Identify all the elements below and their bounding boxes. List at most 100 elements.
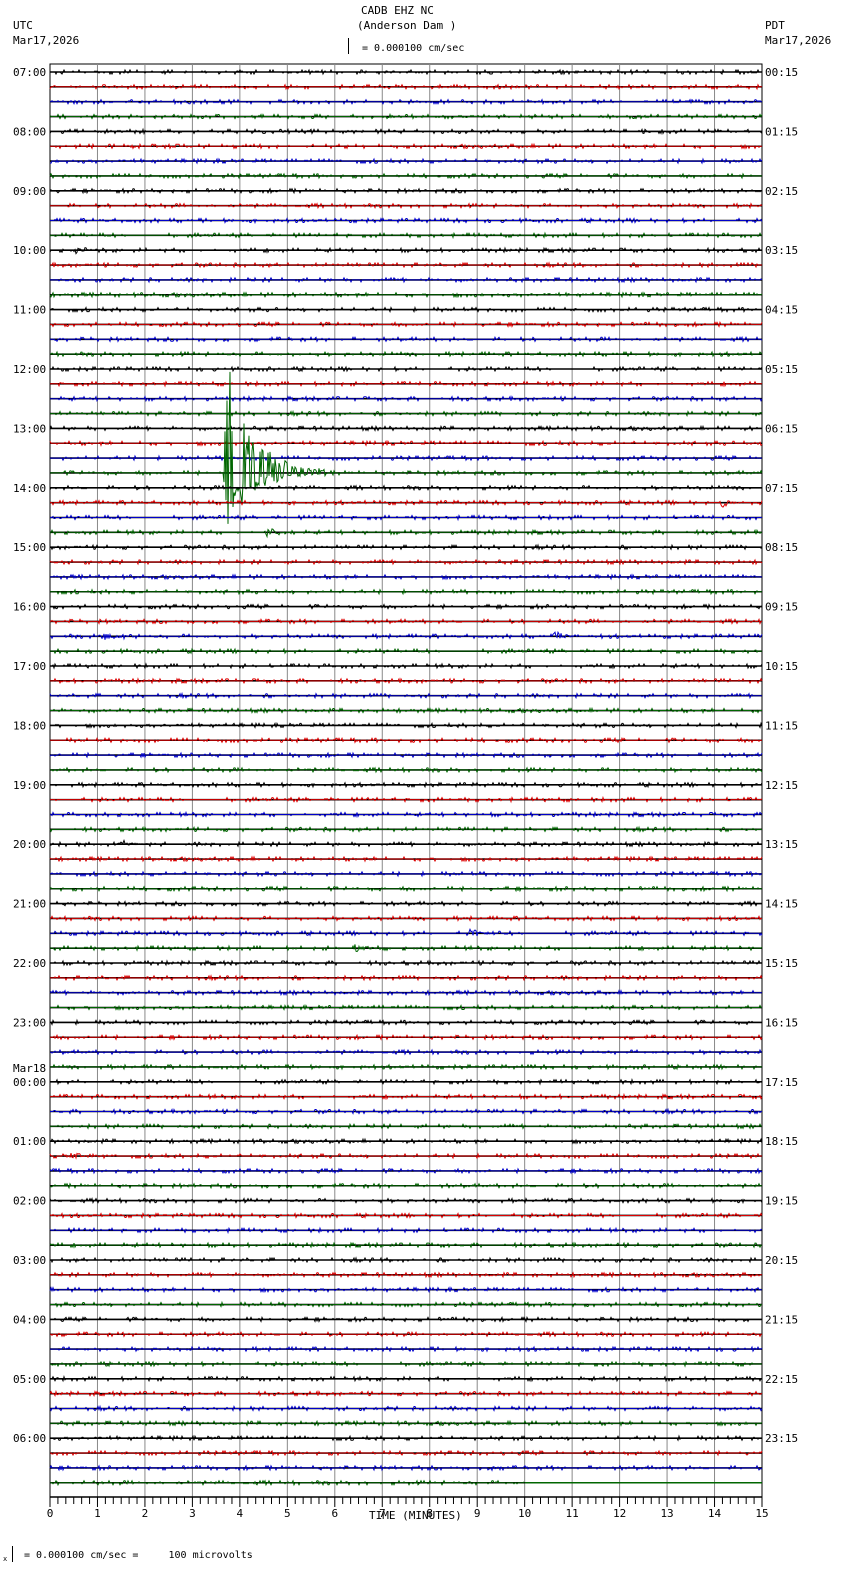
- utc-time-label: 14:00: [13, 482, 46, 495]
- pdt-time-label: 00:15: [765, 66, 798, 79]
- seismic-trace: [50, 1018, 762, 1026]
- seismic-trace: [49, 855, 763, 863]
- pdt-time-label: 23:15: [765, 1432, 798, 1445]
- pdt-time-label: 08:15: [765, 541, 798, 554]
- utc-time-label: 05:00: [13, 1373, 46, 1386]
- pdt-time-label: 06:15: [765, 422, 798, 435]
- seismic-trace: [50, 870, 762, 878]
- seismic-trace: [50, 98, 762, 106]
- pdt-time-label: 13:15: [765, 838, 798, 851]
- footer-scale-icon: x: [3, 1555, 8, 1563]
- x-tick-label: 2: [142, 1507, 149, 1520]
- pdt-time-label: 04:15: [765, 304, 798, 317]
- utc-time-label: 09:00: [13, 185, 46, 198]
- pdt-time-label: 16:15: [765, 1016, 798, 1029]
- utc-time-label: 04:00: [13, 1313, 46, 1326]
- seismic-trace: [50, 68, 762, 76]
- x-tick-label: 14: [708, 1507, 722, 1520]
- pdt-time-label: 05:15: [765, 363, 798, 376]
- seismic-trace: [49, 1241, 762, 1249]
- pdt-time-label: 12:15: [765, 779, 798, 792]
- x-tick-label: 12: [613, 1507, 626, 1520]
- seismic-trace: [50, 499, 763, 508]
- x-tick-label: 3: [189, 1507, 196, 1520]
- pdt-time-label: 18:15: [765, 1135, 798, 1148]
- x-axis-label: TIME (MINUTES): [369, 1509, 462, 1522]
- seismic-trace: [49, 1464, 763, 1472]
- seismic-trace: [50, 157, 763, 165]
- seismic-trace: [50, 677, 763, 685]
- x-tick-label: 15: [755, 1507, 768, 1520]
- seismic-trace: [49, 528, 762, 539]
- x-tick-label: 6: [331, 1507, 338, 1520]
- seismic-trace: [50, 1300, 762, 1308]
- utc-time-label: 19:00: [13, 779, 46, 792]
- utc-time-label: 20:00: [13, 838, 46, 851]
- x-tick-label: 9: [474, 1507, 481, 1520]
- utc-time-label: 15:00: [13, 541, 46, 554]
- pdt-time-label: 20:15: [765, 1254, 798, 1267]
- pdt-time-label: 03:15: [765, 244, 798, 257]
- utc-time-label: 08:00: [13, 125, 46, 138]
- utc-time-label: 18:00: [13, 719, 46, 732]
- x-tick-label: 5: [284, 1507, 291, 1520]
- seismic-trace: [49, 246, 762, 255]
- seismic-trace: [49, 1389, 762, 1398]
- seismic-trace: [50, 795, 763, 804]
- seismic-trace: [49, 1182, 762, 1190]
- x-tick-label: 10: [518, 1507, 531, 1520]
- utc-time-label: 22:00: [13, 957, 46, 970]
- seismic-trace: [49, 1167, 763, 1175]
- utc-time-label: 21:00: [13, 898, 46, 911]
- x-tick-label: 4: [237, 1507, 244, 1520]
- seismic-trace: [49, 839, 762, 848]
- seismic-trace: [50, 142, 762, 150]
- seismic-trace: [49, 1152, 762, 1160]
- seismic-trace: [50, 944, 763, 953]
- pdt-time-label: 14:15: [765, 898, 798, 911]
- utc-time-label: 07:00: [13, 66, 46, 79]
- seismic-trace: [50, 1107, 762, 1115]
- seismic-trace: [49, 1197, 763, 1205]
- seismic-trace: [50, 371, 763, 524]
- utc-time-label: 16:00: [13, 601, 46, 614]
- utc-time-label: 23:00: [13, 1016, 46, 1029]
- pdt-time-label: 09:15: [765, 601, 798, 614]
- pdt-time-label: 21:15: [765, 1313, 798, 1326]
- seismic-trace: [50, 1122, 762, 1130]
- seismic-trace: [50, 736, 762, 744]
- seismic-trace: [50, 1375, 762, 1383]
- utc-time-label: 03:00: [13, 1254, 46, 1267]
- seismic-trace: [50, 1048, 762, 1056]
- x-tick-label: 0: [47, 1507, 54, 1520]
- seismic-trace: [50, 1092, 763, 1101]
- seismic-trace: [49, 439, 763, 447]
- footer-scale-bar-icon: [12, 1546, 17, 1562]
- utc-time-label: 01:00: [13, 1135, 46, 1148]
- seismic-trace: [50, 380, 762, 388]
- pdt-time-label: 02:15: [765, 185, 798, 198]
- utc-time-label: 13:00: [13, 422, 46, 435]
- seismic-trace: [49, 127, 763, 136]
- seismic-trace: [49, 484, 762, 492]
- footer-scale-note: = 0.000100 cm/sec = 100 microvolts: [24, 1550, 253, 1561]
- pdt-time-label: 11:15: [765, 719, 798, 732]
- seismic-trace: [50, 781, 763, 789]
- seismogram-plot: 07:00 08:00 09:00 10:00 11:00 12:00 13:00 14:00…: [13, 63, 798, 1520]
- utc-time-label: 06:00: [13, 1432, 46, 1445]
- seismic-trace: [49, 558, 763, 566]
- seismic-trace: [49, 885, 762, 893]
- seismic-trace: [49, 187, 762, 195]
- pdt-time-label: 15:15: [765, 957, 798, 970]
- seismic-trace: [49, 1226, 763, 1235]
- utc-time-label: 10:00: [13, 244, 46, 257]
- pdt-time-label: 10:15: [765, 660, 798, 673]
- seismic-trace: [50, 261, 762, 269]
- seismic-trace: [50, 350, 763, 358]
- seismic-trace: [50, 1449, 763, 1457]
- utc-date-label: Mar18: [13, 1062, 46, 1075]
- seismic-trace: [49, 1212, 763, 1219]
- seismic-trace: [49, 691, 762, 700]
- x-tick-label: 1: [94, 1507, 101, 1520]
- seismic-trace: [50, 914, 762, 922]
